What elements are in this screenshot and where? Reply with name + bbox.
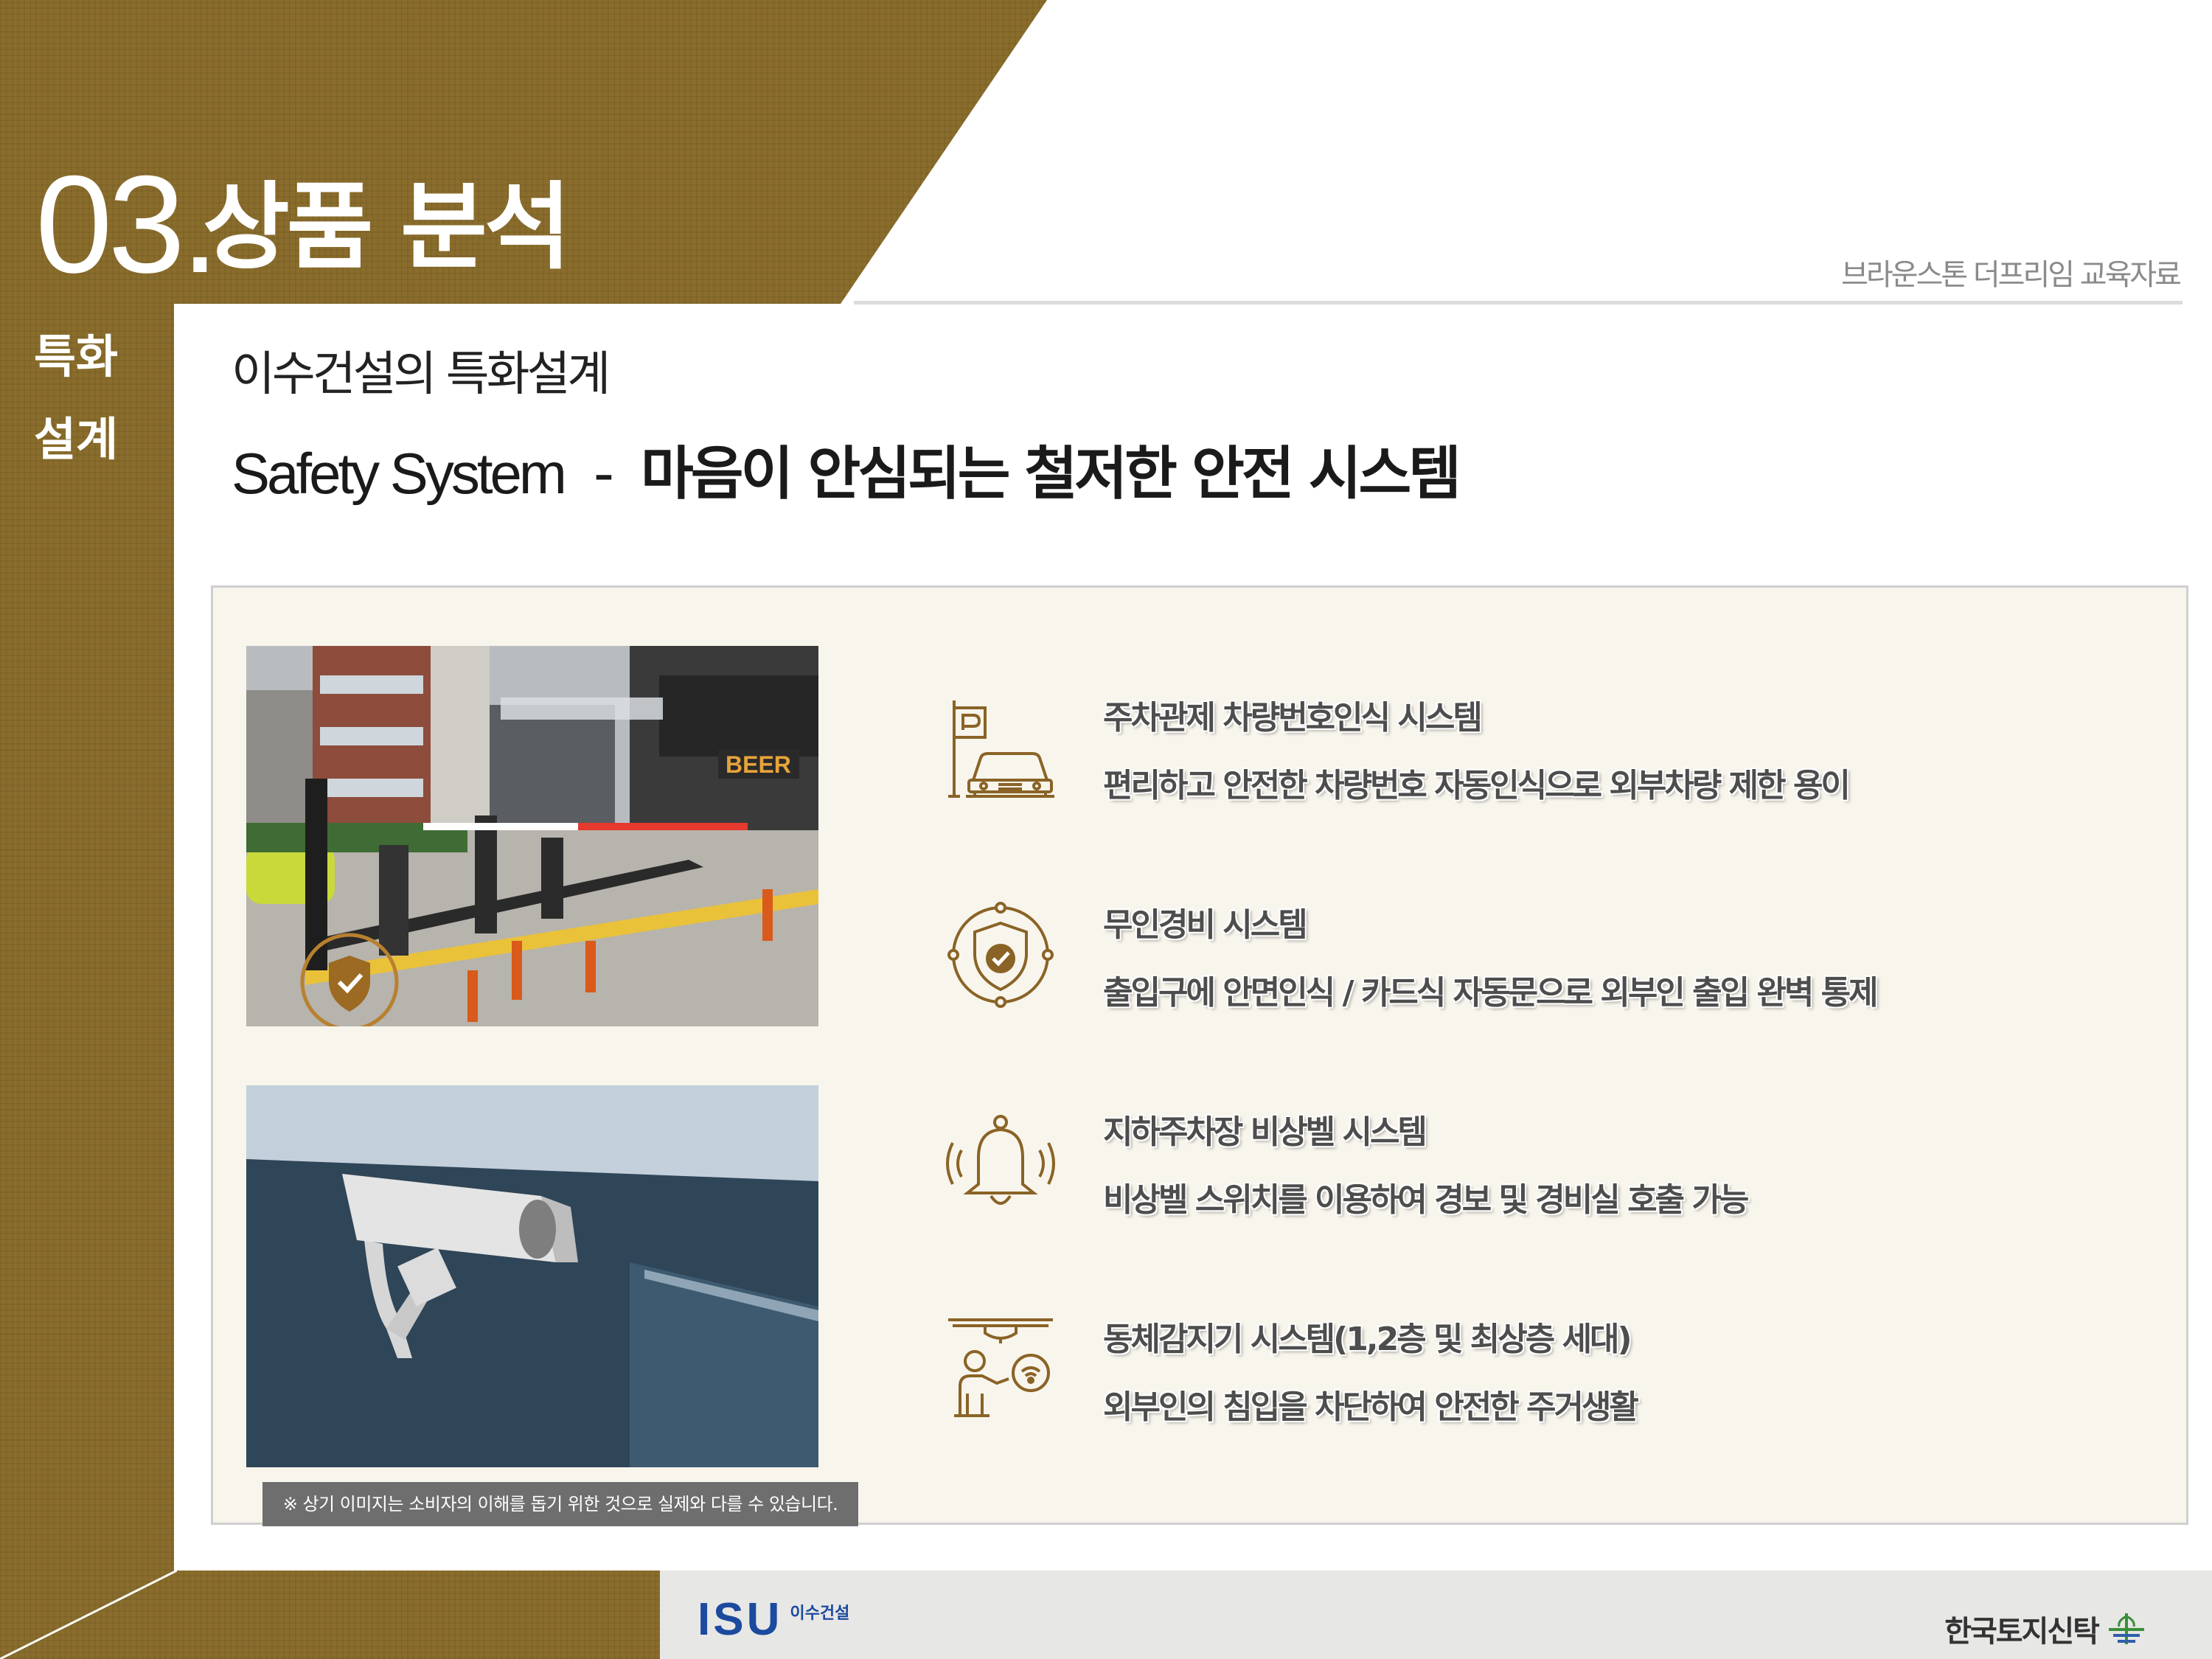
parking-gate-photo: BEER <box>246 646 818 1026</box>
headline-korean: 마음이 안심되는 철저한 안전 시스템 <box>641 441 1461 507</box>
side-label-line2: 설계 <box>34 412 119 466</box>
isu-logo-text: ISU <box>698 1593 783 1645</box>
side-label-line1: 특화 <box>34 330 119 383</box>
feature-2-desc: 출입구에 안면인식 / 카드식 자동문으로 외부인 출입 완벽 통제 <box>1103 974 1879 1012</box>
leaf-emblem-icon <box>2109 1613 2144 1644</box>
cctv-camera-photo <box>246 1085 818 1467</box>
header-divider <box>854 301 2183 305</box>
feature-3-desc: 비상벨 스위치를 이용하여 경보 및 경비실 호출 가능 <box>1103 1181 1749 1219</box>
isu-logo-korean: 이수건설 <box>790 1604 850 1623</box>
headline-english: Safety System <box>232 441 567 506</box>
parking-car-icon <box>948 700 1054 798</box>
side-label: 특화 설계 <box>34 316 145 481</box>
shield-check-icon <box>947 902 1054 1008</box>
page-subtitle: 이수건설의 특화설계 <box>232 347 611 402</box>
isu-construction-logo: ISU 이수건설 <box>698 1593 849 1646</box>
parking-gate-illustration: BEER <box>246 646 818 1026</box>
section-title: 상품 분석 <box>203 173 571 282</box>
feature-2-title: 무인경비 시스템 <box>1103 906 1308 944</box>
page-headline: Safety System - 마음이 안심되는 철저한 안전 시스템 <box>232 428 1461 510</box>
korea-land-trust-logo: 한국토지신탁 <box>1944 1607 2149 1650</box>
footer-diagonal-line <box>0 1571 177 1659</box>
feature-3-title: 지하주차장 비상벨 시스템 <box>1103 1113 1427 1151</box>
feature-1-desc: 편리하고 안전한 차량번호 자동인식으로 외부차량 제한 용이 <box>1103 767 1851 804</box>
headline-dash: - <box>593 441 614 507</box>
korea-land-trust-text: 한국토지신탁 <box>1944 1615 2100 1649</box>
motion-sensor-icon <box>948 1318 1053 1417</box>
bell-icon <box>946 1115 1055 1205</box>
feature-4-title: 동체감지기 시스템(1,2층 및 최상층 세대) <box>1103 1321 1632 1358</box>
feature-1-title: 주차관제 차량번호인식 시스템 <box>1103 699 1483 737</box>
sidebar-gold-band <box>0 304 174 1659</box>
document-label: 브라운스톤 더프리임 교육자료 <box>1841 258 2182 292</box>
cctv-illustration <box>246 1085 818 1467</box>
section-number: 03. <box>35 147 219 302</box>
image-disclaimer: ※ 상기 이미지는 소비자의 이해를 돕기 위한 것으로 실제와 다를 수 있습… <box>262 1482 858 1526</box>
beer-sign: BEER <box>726 751 791 778</box>
feature-4-desc: 외부인의 침입을 차단하여 안전한 주거생활 <box>1103 1388 1639 1426</box>
